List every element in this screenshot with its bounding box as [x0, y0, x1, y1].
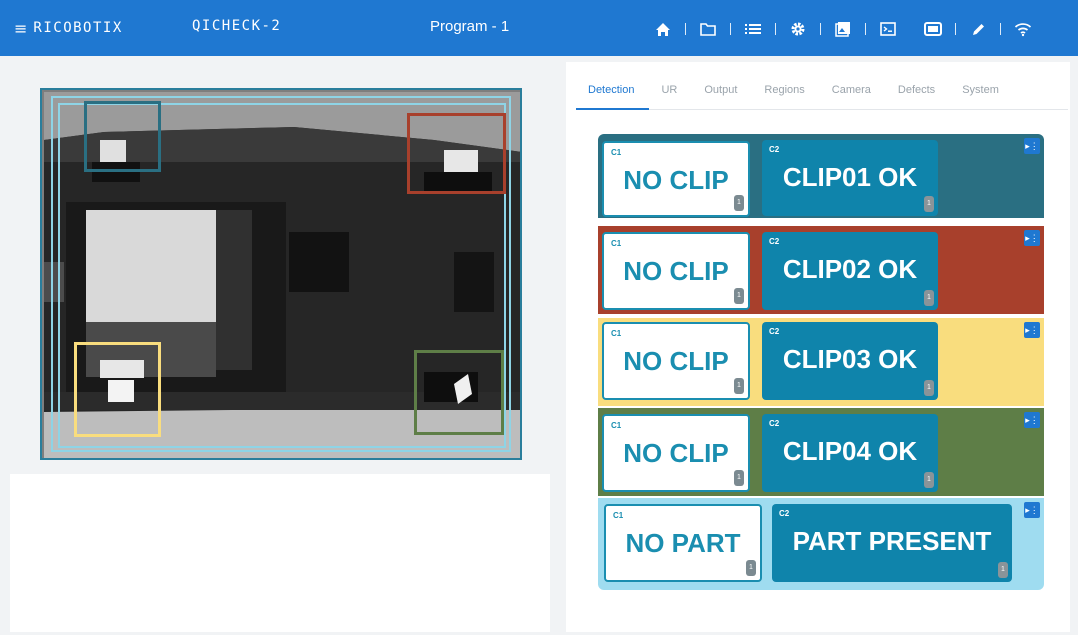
- settings-panel: Detection UR Output Regions Camera Defec…: [566, 62, 1070, 632]
- class-card-c2[interactable]: C2 CLIP02 OK 1: [762, 232, 938, 310]
- tab-output[interactable]: Output: [692, 76, 752, 110]
- class-label: C2: [769, 237, 780, 246]
- gallery-icon[interactable]: [832, 20, 854, 38]
- tab-detection[interactable]: Detection: [576, 76, 650, 110]
- class-card-c2[interactable]: C2 PART PRESENT 1: [772, 504, 1012, 582]
- toolbar-icons: [652, 19, 1034, 39]
- count-badge: 1: [924, 472, 934, 488]
- row-menu-icon[interactable]: ▸⋮: [1024, 412, 1040, 428]
- gear-icon[interactable]: [787, 20, 809, 38]
- detection-classes: ▸⋮ C1 NO CLIP 1 C2 CLIP01 OK 1 ▸⋮ C1 NO …: [598, 134, 1044, 590]
- class-name: NO PART: [625, 528, 741, 558]
- class-card-c1[interactable]: C1 NO CLIP 1: [602, 414, 750, 492]
- class-card-c1[interactable]: C1 NO CLIP 1: [602, 141, 750, 217]
- class-card-c2[interactable]: C2 CLIP03 OK 1: [762, 322, 938, 400]
- detection-row-clip02: ▸⋮ C1 NO CLIP 1 C2 CLIP02 OK 1: [598, 226, 1044, 314]
- row-menu-icon[interactable]: ▸⋮: [1024, 138, 1040, 154]
- count-badge: 1: [924, 196, 934, 212]
- class-label: C2: [769, 327, 780, 336]
- class-name: PART PRESENT: [792, 526, 992, 556]
- roi-clip03[interactable]: [74, 342, 161, 437]
- class-label: C1: [613, 511, 624, 520]
- class-label: C1: [611, 329, 622, 338]
- roi-clip01[interactable]: [84, 101, 161, 172]
- folder-icon[interactable]: [697, 20, 719, 38]
- class-card-c1[interactable]: C1 NO CLIP 1: [602, 322, 750, 400]
- detection-row-part: ▸⋮ C1 NO PART 1 C2 PART PRESENT 1: [598, 498, 1044, 590]
- class-name: CLIP04 OK: [782, 436, 918, 466]
- tab-system[interactable]: System: [950, 76, 1014, 110]
- class-label: C1: [611, 239, 622, 248]
- program-title: Program - 1: [430, 18, 510, 35]
- menu-icon[interactable]: ≡: [14, 19, 27, 38]
- class-name: CLIP02 OK: [782, 254, 918, 284]
- detection-row-clip01: ▸⋮ C1 NO CLIP 1 C2 CLIP01 OK 1: [598, 134, 1044, 218]
- row-menu-icon[interactable]: ▸⋮: [1024, 502, 1040, 518]
- class-label: C1: [611, 148, 622, 157]
- product-logo-text: QICHECK-2: [192, 18, 282, 34]
- class-card-c1[interactable]: C1 NO CLIP 1: [602, 232, 750, 310]
- camera-panel: [10, 62, 550, 632]
- tab-bar: Detection UR Output Regions Camera Defec…: [576, 76, 1068, 110]
- terminal-icon[interactable]: [877, 20, 899, 38]
- camera-icon[interactable]: [922, 20, 944, 38]
- tab-ur[interactable]: UR: [649, 76, 692, 110]
- class-name: NO CLIP: [623, 165, 729, 195]
- count-badge: 1: [924, 380, 934, 396]
- pencil-icon[interactable]: [967, 20, 989, 38]
- count-badge: 1: [734, 195, 744, 211]
- class-card-c2[interactable]: C2 CLIP01 OK 1: [762, 140, 938, 216]
- brand-logo-text: RICOBOTIX: [33, 20, 123, 36]
- class-name: NO CLIP: [623, 346, 729, 376]
- tab-regions[interactable]: Regions: [752, 76, 819, 110]
- list-icon[interactable]: [742, 20, 764, 38]
- wifi-icon[interactable]: [1012, 20, 1034, 38]
- class-name: NO CLIP: [623, 438, 729, 468]
- count-badge: 1: [998, 562, 1008, 578]
- row-menu-icon[interactable]: ▸⋮: [1024, 322, 1040, 338]
- count-badge: 1: [746, 560, 756, 576]
- roi-clip02[interactable]: [407, 113, 506, 194]
- camera-image[interactable]: [40, 88, 522, 460]
- class-label: C2: [769, 145, 780, 154]
- tab-defects[interactable]: Defects: [886, 76, 950, 110]
- home-icon[interactable]: [652, 20, 674, 38]
- detection-row-clip03: ▸⋮ C1 NO CLIP 1 C2 CLIP03 OK 1: [598, 318, 1044, 406]
- detection-row-clip04: ▸⋮ C1 NO CLIP 1 C2 CLIP04 OK 1: [598, 408, 1044, 496]
- count-badge: 1: [734, 288, 744, 304]
- class-name: CLIP01 OK: [782, 162, 918, 192]
- camera-view: [10, 62, 550, 474]
- class-label: C1: [611, 421, 622, 430]
- count-badge: 1: [924, 290, 934, 306]
- tab-camera[interactable]: Camera: [820, 76, 886, 110]
- row-menu-icon[interactable]: ▸⋮: [1024, 230, 1040, 246]
- class-card-c2[interactable]: C2 CLIP04 OK 1: [762, 414, 938, 492]
- brand[interactable]: ≡ RICOBOTIX: [14, 18, 123, 38]
- class-card-c1[interactable]: C1 NO PART 1: [604, 504, 762, 582]
- class-label: C2: [769, 419, 780, 428]
- top-bar: ≡ RICOBOTIX QICHECK-2 Program - 1: [0, 0, 1078, 56]
- class-label: C2: [779, 509, 790, 518]
- class-name: NO CLIP: [623, 256, 729, 286]
- count-badge: 1: [734, 378, 744, 394]
- count-badge: 1: [734, 470, 744, 486]
- roi-clip04[interactable]: [414, 350, 504, 435]
- class-name: CLIP03 OK: [782, 344, 918, 374]
